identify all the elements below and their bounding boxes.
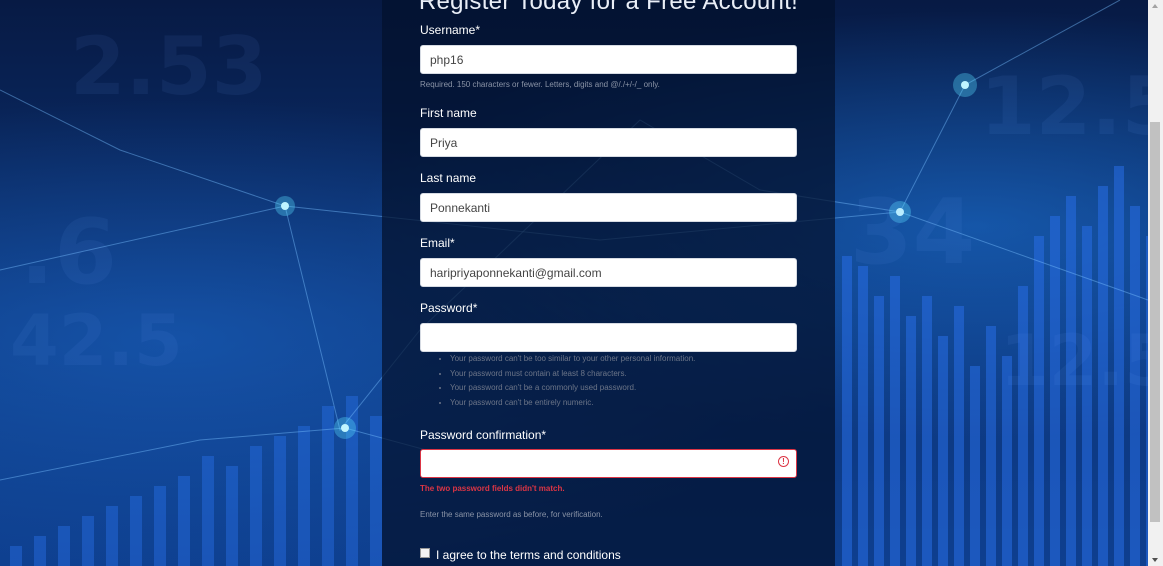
username-label: Username* xyxy=(420,23,481,37)
first-name-label: First name xyxy=(420,106,477,120)
exclamation-circle-icon: ! xyxy=(778,456,789,467)
password-rule: Your password can't be entirely numeric. xyxy=(450,396,695,411)
email-label: Email* xyxy=(420,236,455,250)
password-rule: Your password can't be a commonly used p… xyxy=(450,381,695,396)
password-confirmation-input[interactable] xyxy=(420,449,797,478)
last-name-label: Last name xyxy=(420,171,477,185)
password-confirmation-help-text: Enter the same password as before, for v… xyxy=(420,510,603,519)
terms-checkbox[interactable] xyxy=(420,548,430,558)
background-digit: 12.5 xyxy=(1000,320,1148,402)
first-name-input[interactable] xyxy=(420,128,797,157)
scroll-up-arrow-icon[interactable] xyxy=(1152,4,1158,8)
terms-checkbox-row[interactable]: I agree to the terms and conditions xyxy=(420,548,621,562)
password-mismatch-error: The two password fields didn't match. xyxy=(420,484,565,493)
username-input[interactable] xyxy=(420,45,797,74)
background-digit: 34 xyxy=(850,180,976,285)
email-input[interactable] xyxy=(420,258,797,287)
password-label: Password* xyxy=(420,301,478,315)
background-digit: 2.53 xyxy=(70,20,268,113)
terms-label: I agree to the terms and conditions xyxy=(436,548,621,562)
background-digit: 12.5 xyxy=(980,60,1148,153)
last-name-input[interactable] xyxy=(420,193,797,222)
page-title: Register Today for a Free Account! xyxy=(418,0,799,15)
background-digit: .6 xyxy=(20,200,117,305)
background-digit: 42.5 xyxy=(10,300,183,382)
password-confirmation-field: ! xyxy=(420,449,797,478)
scroll-down-arrow-icon[interactable] xyxy=(1152,558,1158,562)
registration-panel: Register Today for a Free Account! Usern… xyxy=(382,0,835,566)
password-confirmation-label: Password confirmation* xyxy=(420,428,547,442)
password-rules-list: Your password can't be too similar to yo… xyxy=(428,352,695,410)
username-help-text: Required. 150 characters or fewer. Lette… xyxy=(420,80,660,89)
vertical-scrollbar[interactable] xyxy=(1148,0,1163,566)
password-input[interactable] xyxy=(420,323,797,352)
password-rule: Your password can't be too similar to yo… xyxy=(450,352,695,367)
scrollbar-thumb[interactable] xyxy=(1150,122,1160,522)
password-rule: Your password must contain at least 8 ch… xyxy=(450,367,695,382)
